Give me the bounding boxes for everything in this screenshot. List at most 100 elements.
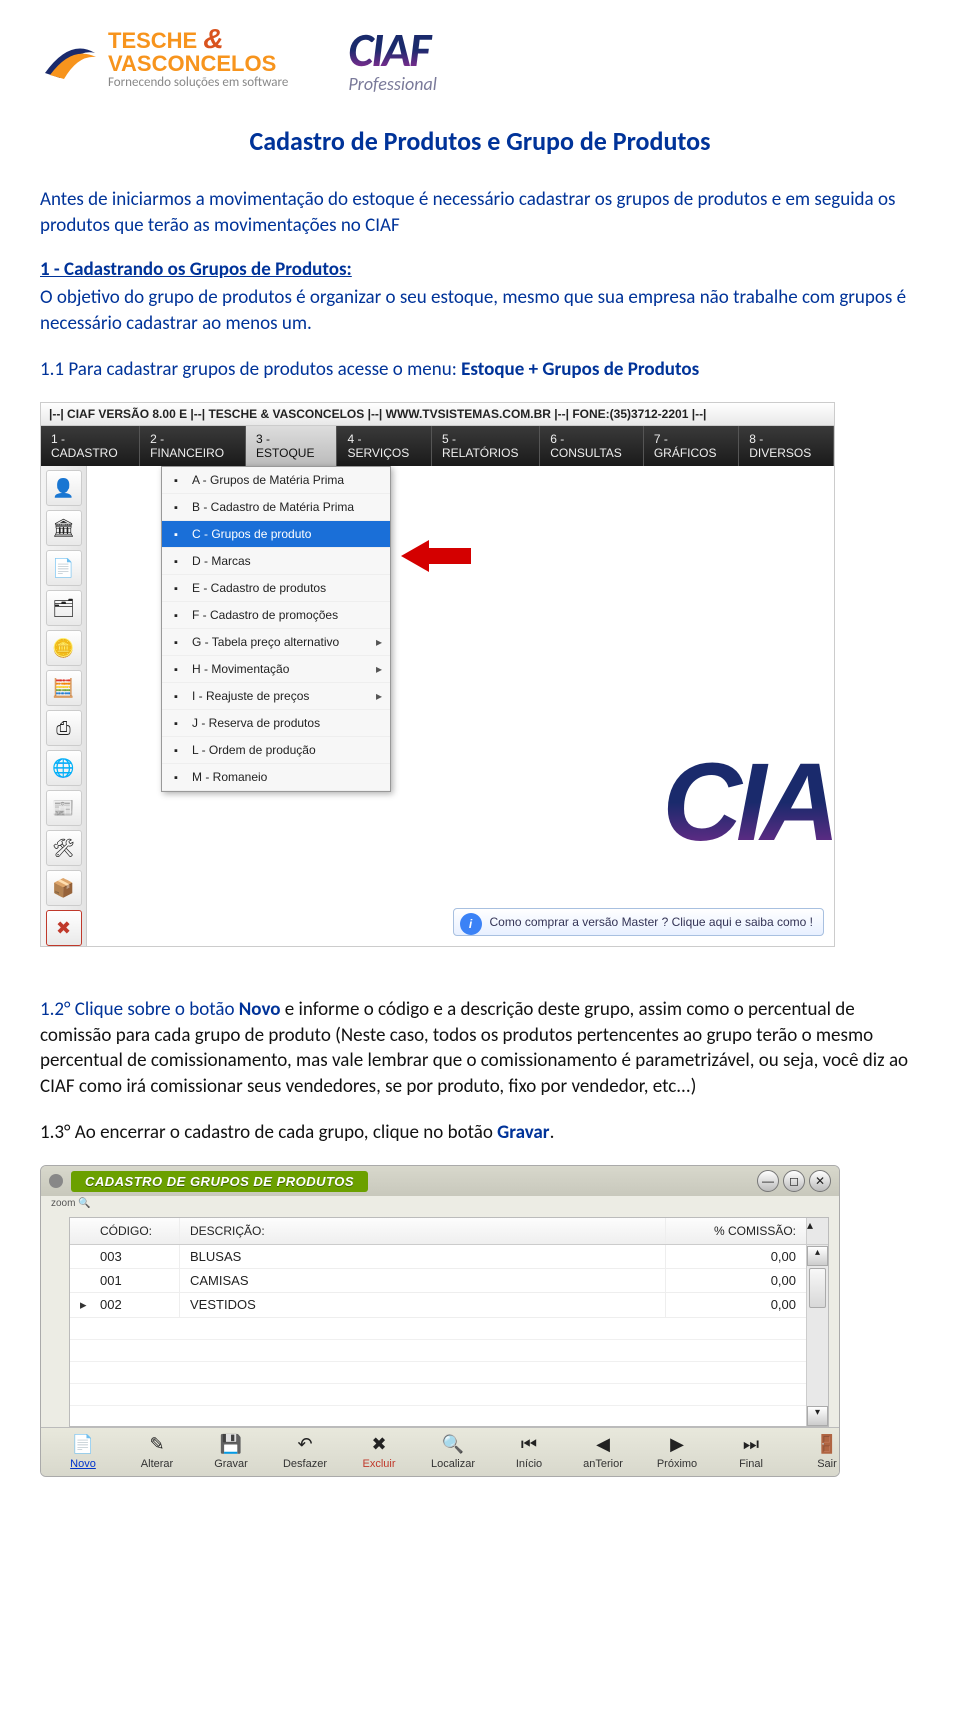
dropdown-item[interactable]: ▪ A - Grupos de Matéria Prima bbox=[162, 467, 390, 494]
sec1-2-pre: 1.2° Clique sobre o botão bbox=[40, 998, 239, 1021]
final-button-label: Final bbox=[739, 1458, 763, 1470]
dropdown-item[interactable]: ▪B - Cadastro de Matéria Prima bbox=[162, 494, 390, 521]
inicio-button[interactable]: ⏮ Início bbox=[493, 1432, 565, 1472]
excluir-button-label: Excluir bbox=[362, 1458, 395, 1470]
alterar-button[interactable]: ✎Alterar bbox=[121, 1432, 193, 1472]
dropdown-label: I - Reajuste de preços bbox=[192, 689, 309, 703]
tv-line1: TESCHE bbox=[108, 28, 197, 53]
app-titlebar: |--| CIAF VERSÃO 8.00 E |--| TESCHE & VA… bbox=[41, 403, 834, 426]
cell-descricao: BLUSAS bbox=[180, 1245, 666, 1268]
table-row[interactable]: 001CAMISAS0,00 bbox=[70, 1269, 828, 1293]
info-icon: i bbox=[460, 913, 482, 935]
dropdown-label: J - Reserva de produtos bbox=[192, 716, 320, 730]
proximo-button[interactable]: ▶Próximo bbox=[641, 1432, 713, 1472]
info-tip[interactable]: i Como comprar a versão Master ? Clique … bbox=[453, 908, 824, 936]
sec1-1-emph: Estoque + Grupos de Produtos bbox=[461, 358, 699, 381]
tv-line2: VASCONCELOS bbox=[108, 51, 276, 76]
sair-button[interactable]: 🚪Sair bbox=[791, 1432, 840, 1472]
gravar-button-icon: 💾 bbox=[218, 1434, 244, 1456]
dropdown-item[interactable]: ▪D - Marcas bbox=[162, 548, 390, 575]
localizar-button[interactable]: 🔍Localizar bbox=[417, 1432, 489, 1472]
menu-item[interactable]: 2 - FINANCEIRO bbox=[140, 426, 246, 466]
app-sidebar: 👤 🏛 📄 🗂 🪙 🧮 ⎙ 🌐 📰 🛠 📦 ✖ bbox=[41, 466, 87, 946]
menu-icon: ▪ bbox=[168, 473, 184, 489]
sidebar-icon[interactable]: 🧮 bbox=[46, 670, 82, 706]
inicio-button-label: Início bbox=[516, 1458, 542, 1470]
dropdown-label: M - Romaneio bbox=[192, 770, 267, 784]
cell-descricao: VESTIDOS bbox=[180, 1293, 666, 1317]
sidebar-icon[interactable]: 📦 bbox=[46, 870, 82, 906]
cell-codigo: 002 bbox=[90, 1293, 180, 1317]
final-button[interactable]: ⏭ Final bbox=[715, 1432, 787, 1472]
sidebar-icon[interactable]: 📄 bbox=[46, 550, 82, 586]
empty-row bbox=[70, 1318, 828, 1340]
table-row[interactable]: ▸002VESTIDOS0,00 bbox=[70, 1293, 828, 1318]
sidebar-icon[interactable]: ✖ bbox=[46, 910, 82, 946]
menu-item[interactable]: 5 - RELATÓRIOS bbox=[432, 426, 540, 466]
gravar-button[interactable]: 💾Gravar bbox=[195, 1432, 267, 1472]
scroll-up-icon[interactable]: ▴ bbox=[807, 1246, 828, 1266]
sidebar-icon[interactable]: 🏛 bbox=[46, 510, 82, 546]
menu-item[interactable]: 3 - ESTOQUE bbox=[246, 426, 337, 466]
sidebar-icon[interactable]: ⎙ bbox=[46, 710, 82, 746]
sidebar-icon[interactable]: 📰 bbox=[46, 790, 82, 826]
sidebar-icon[interactable]: 🛠 bbox=[46, 830, 82, 866]
menu-item[interactable]: 1 - CADASTRO bbox=[41, 426, 140, 466]
grupos-titlebar: CADASTRO DE GRUPOS DE PRODUTOS — ◻ ✕ bbox=[41, 1166, 839, 1196]
cell-codigo: 001 bbox=[90, 1269, 180, 1292]
dropdown-item[interactable]: ▪H - Movimentação bbox=[162, 656, 390, 683]
desfazer-button[interactable]: ↶Desfazer bbox=[269, 1432, 341, 1472]
sair-button-icon: 🚪 bbox=[814, 1434, 840, 1456]
final-button-icon: ⏭ bbox=[738, 1434, 764, 1456]
menu-icon: ▪ bbox=[168, 500, 184, 516]
scroll-down-icon[interactable]: ▾ bbox=[807, 1406, 828, 1426]
cell-codigo: 003 bbox=[90, 1245, 180, 1268]
excluir-button[interactable]: ✖Excluir bbox=[343, 1432, 415, 1472]
close-button[interactable]: ✕ bbox=[809, 1170, 831, 1192]
menu-item[interactable]: 7 - GRÁFICOS bbox=[644, 426, 739, 466]
localizar-button-label: Localizar bbox=[431, 1458, 475, 1470]
sidebar-icon[interactable]: 🪙 bbox=[46, 630, 82, 666]
dropdown-item[interactable]: ▪G - Tabela preço alternativo bbox=[162, 629, 390, 656]
scroll-thumb[interactable] bbox=[809, 1268, 826, 1308]
dropdown-label: C - Grupos de produto bbox=[192, 527, 311, 541]
menu-icon: ▪ bbox=[168, 581, 184, 597]
dropdown-item[interactable]: ▪L - Ordem de produção bbox=[162, 737, 390, 764]
novo-button-icon: 📄 bbox=[70, 1434, 96, 1456]
dropdown-item[interactable]: ▪J - Reserva de produtos bbox=[162, 710, 390, 737]
dropdown-label: A - Grupos de Matéria Prima bbox=[192, 473, 344, 487]
sidebar-icon[interactable]: 🌐 bbox=[46, 750, 82, 786]
screenshot-menu: |--| CIAF VERSÃO 8.00 E |--| TESCHE & VA… bbox=[40, 402, 835, 947]
menu-item[interactable]: 8 - DIVERSOS bbox=[739, 426, 834, 466]
sidebar-icon[interactable]: 👤 bbox=[46, 470, 82, 506]
minimize-button[interactable]: — bbox=[757, 1170, 779, 1192]
tv-ampersand: & bbox=[203, 23, 223, 54]
table-row[interactable]: 003BLUSAS0,00 bbox=[70, 1245, 828, 1269]
menu-item[interactable]: 4 - SERVIÇOS bbox=[337, 426, 432, 466]
grid-header: CÓDIGO: DESCRIÇÃO: % COMISSÃO: ▴ bbox=[70, 1218, 828, 1245]
dropdown-item[interactable]: ▪E - Cadastro de produtos bbox=[162, 575, 390, 602]
tv-tagline: Fornecendo soluções em software bbox=[108, 75, 288, 90]
empty-row bbox=[70, 1406, 828, 1415]
sidebar-icon[interactable]: 🗂 bbox=[46, 590, 82, 626]
scroll-head: ▴ bbox=[806, 1218, 828, 1244]
menu-item[interactable]: 6 - CONSULTAS bbox=[540, 426, 644, 466]
inicio-button-icon: ⏮ bbox=[516, 1434, 542, 1456]
menu-icon: ▪ bbox=[168, 743, 184, 759]
screenshot-grupos-window: CADASTRO DE GRUPOS DE PRODUTOS — ◻ ✕ zoo… bbox=[40, 1165, 840, 1477]
novo-button[interactable]: 📄Novo bbox=[47, 1432, 119, 1472]
maximize-button[interactable]: ◻ bbox=[783, 1170, 805, 1192]
dropdown-item[interactable]: ▪ M - Romaneio bbox=[162, 764, 390, 791]
dropdown-item[interactable]: ▪C - Grupos de produto bbox=[162, 521, 390, 548]
grid-scrollbar[interactable]: ▴ ▾ bbox=[806, 1246, 828, 1426]
sec1-3-pre: 1.3° Ao encerrar o cadastro de cada grup… bbox=[40, 1121, 497, 1144]
dropdown-item[interactable]: ▪F - Cadastro de promoções bbox=[162, 602, 390, 629]
anterior-button-label: anTerior bbox=[583, 1458, 623, 1470]
doc-title: Cadastro de Produtos e Grupo de Produtos bbox=[40, 125, 920, 157]
ciaf-edition: Professional bbox=[348, 73, 437, 95]
intro-paragraph: Antes de iniciarmos a movimentação do es… bbox=[40, 187, 920, 238]
anterior-button[interactable]: ◀anTerior bbox=[567, 1432, 639, 1472]
dropdown-item[interactable]: ▪I - Reajuste de preços bbox=[162, 683, 390, 710]
app-menubar: 1 - CADASTRO2 - FINANCEIRO3 - ESTOQUE4 -… bbox=[41, 426, 834, 466]
menu-icon: ▪ bbox=[168, 770, 184, 786]
